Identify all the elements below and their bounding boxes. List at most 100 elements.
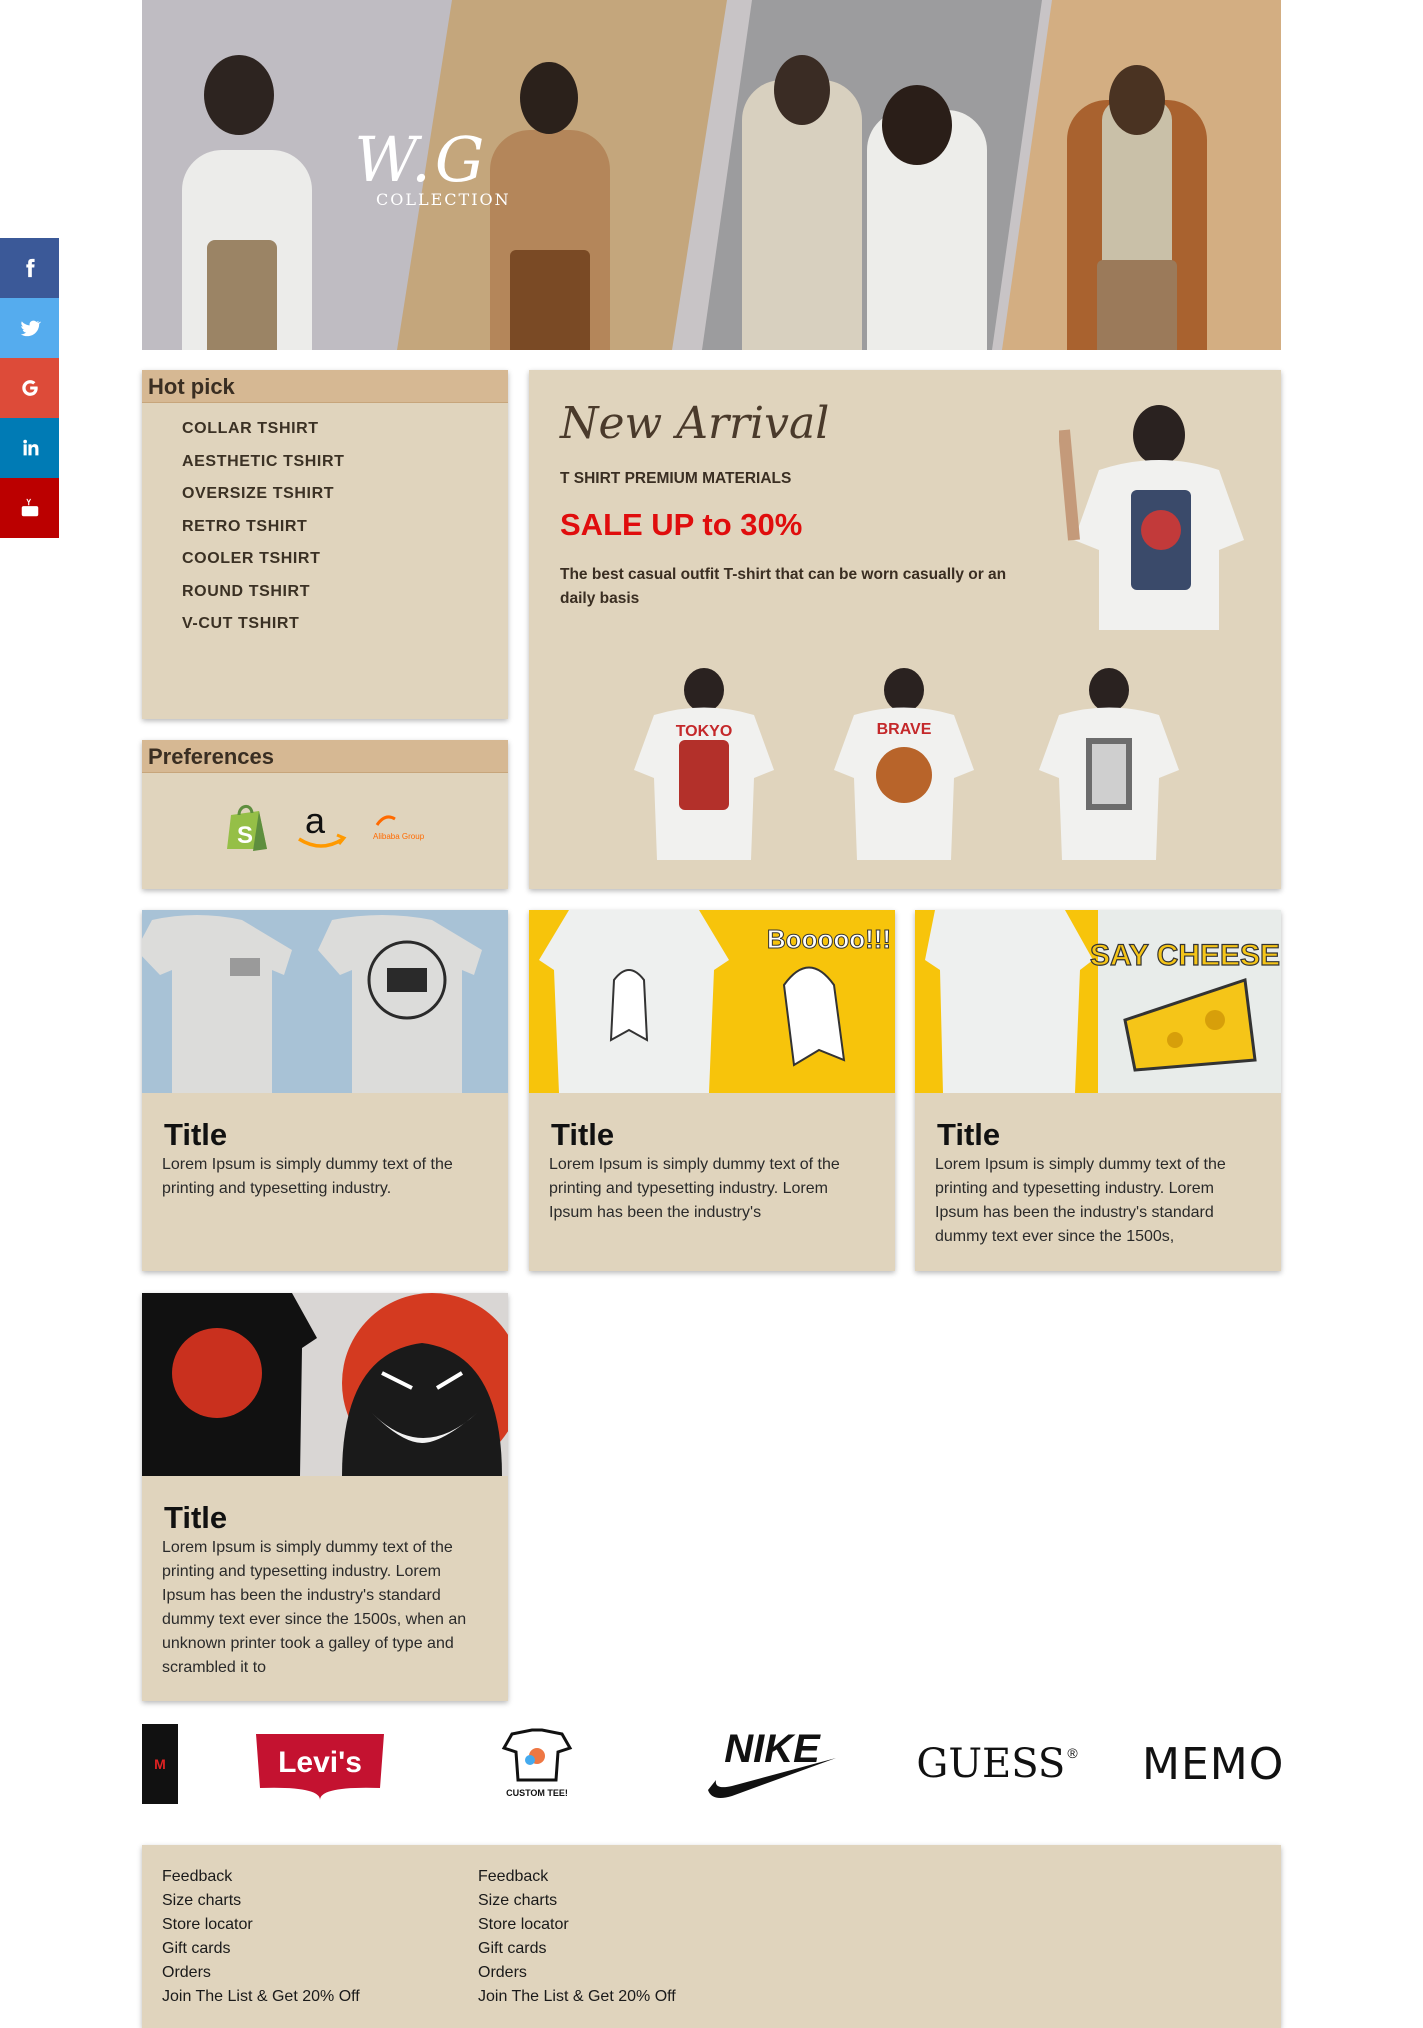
hot-pick-item[interactable]: OVERSIZE TSHIRT bbox=[182, 478, 508, 511]
featured-shirt-model[interactable] bbox=[1058, 390, 1259, 630]
model-head bbox=[882, 85, 952, 165]
brand-text: Levi's bbox=[278, 1746, 362, 1779]
model-head bbox=[520, 62, 578, 134]
hot-pick-title: Hot pick bbox=[142, 370, 508, 403]
footer-link[interactable]: Orders bbox=[162, 1961, 360, 1985]
twitter-button[interactable] bbox=[0, 298, 59, 358]
shirt-print-text: TOKYO bbox=[676, 723, 733, 740]
product-image: SAY CHEESE! bbox=[915, 910, 1281, 1093]
model-head bbox=[204, 55, 274, 135]
model-figure bbox=[510, 250, 590, 350]
shirt-print-text: BRAVE bbox=[877, 721, 932, 738]
twitter-icon bbox=[20, 320, 41, 337]
card-text: Lorem Ipsum is simply dummy text of the … bbox=[162, 1539, 467, 1676]
google-icon bbox=[21, 380, 38, 396]
svg-text:S: S bbox=[237, 822, 253, 849]
preferences-panel: Preferences S a Alibaba Group bbox=[142, 740, 508, 889]
shopify-icon[interactable]: S bbox=[223, 801, 271, 853]
footer-link[interactable]: Store locator bbox=[478, 1913, 676, 1937]
registered-mark-icon: ® bbox=[1067, 1745, 1078, 1761]
brand-text: GUESS bbox=[916, 1741, 1066, 1787]
card-title: Title bbox=[937, 1117, 1001, 1152]
hot-pick-item[interactable]: ROUND TSHIRT bbox=[182, 576, 508, 609]
shirt-thumbnail[interactable]: BRAVE bbox=[829, 660, 979, 860]
hot-pick-item[interactable]: COOLER TSHIRT bbox=[182, 543, 508, 576]
product-card[interactable]: Title Lorem Ipsum is simply dummy text o… bbox=[142, 910, 508, 1271]
brand-logo-sub: COLLECTION bbox=[376, 190, 511, 209]
shirt-thumbnail[interactable] bbox=[1034, 660, 1184, 860]
model-figure bbox=[1097, 260, 1177, 350]
hot-pick-item[interactable]: COLLAR TSHIRT bbox=[182, 413, 508, 446]
model-head bbox=[1109, 65, 1165, 135]
product-image: Booooo!!! bbox=[529, 910, 895, 1093]
hot-pick-list: COLLAR TSHIRT AESTHETIC TSHIRT OVERSIZE … bbox=[142, 403, 508, 641]
card-print-text: Booooo!!! bbox=[767, 924, 891, 954]
model-head bbox=[774, 55, 830, 125]
amazon-icon[interactable]: a bbox=[293, 801, 349, 853]
product-card[interactable]: Booooo!!! Title Lorem Ipsum is simply du… bbox=[529, 910, 895, 1271]
facebook-icon bbox=[25, 258, 35, 278]
product-card[interactable]: SAY CHEESE! Title Lorem Ipsum is simply … bbox=[915, 910, 1281, 1271]
footer-link[interactable]: Join The List & Get 20% Off bbox=[478, 1985, 676, 2009]
brand-carousel: M Levi's CUSTOM TEE! NIKE GUESS ® MEMO bbox=[142, 1722, 1281, 1806]
brand-text: MEMO bbox=[1142, 1738, 1281, 1790]
preferences-logos: S a Alibaba Group bbox=[142, 773, 508, 853]
brand-text: M bbox=[142, 1724, 178, 1804]
footer-links-column: Feedback Size charts Store locator Gift … bbox=[162, 1865, 360, 2009]
footer-link[interactable]: Size charts bbox=[478, 1889, 676, 1913]
card-text: Lorem Ipsum is simply dummy text of the … bbox=[162, 1156, 453, 1197]
footer-links-column: Feedback Size charts Store locator Gift … bbox=[478, 1865, 676, 2009]
hot-pick-item[interactable]: RETRO TSHIRT bbox=[182, 511, 508, 544]
brand-logo-guess[interactable]: GUESS ® bbox=[916, 1722, 1078, 1806]
footer-link[interactable]: Orders bbox=[478, 1961, 676, 1985]
footer-link[interactable]: Feedback bbox=[478, 1865, 676, 1889]
card-title: Title bbox=[164, 1500, 228, 1535]
social-sidebar bbox=[0, 238, 59, 538]
footer-link[interactable]: Store locator bbox=[162, 1913, 360, 1937]
footer: Feedback Size charts Store locator Gift … bbox=[142, 1845, 1281, 2028]
hot-pick-panel: Hot pick COLLAR TSHIRT AESTHETIC TSHIRT … bbox=[142, 370, 508, 719]
alibaba-logo-text: Alibaba Group bbox=[373, 832, 425, 841]
footer-link[interactable]: Size charts bbox=[162, 1889, 360, 1913]
linkedin-icon bbox=[22, 439, 38, 456]
facebook-button[interactable] bbox=[0, 238, 59, 298]
product-card[interactable]: Title Lorem Ipsum is simply dummy text o… bbox=[142, 1293, 508, 1701]
product-image bbox=[142, 1293, 508, 1476]
alibaba-icon[interactable]: Alibaba Group bbox=[371, 807, 427, 847]
card-title: Title bbox=[164, 1117, 228, 1152]
preferences-title: Preferences bbox=[142, 740, 508, 773]
new-arrival-panel: New Arrival T SHIRT PREMIUM MATERIALS SA… bbox=[529, 370, 1281, 889]
brand-logo: W.G COLLECTION bbox=[332, 123, 511, 210]
hero-banner: W.G COLLECTION bbox=[142, 0, 1281, 350]
youtube-icon bbox=[21, 498, 38, 517]
brand-logo-custom-tee[interactable]: CUSTOM TEE! bbox=[492, 1722, 582, 1806]
shirt-thumbnail[interactable]: TOKYO bbox=[629, 660, 779, 860]
google-button[interactable] bbox=[0, 358, 59, 418]
card-text: Lorem Ipsum is simply dummy text of the … bbox=[935, 1156, 1226, 1245]
youtube-button[interactable] bbox=[0, 478, 59, 538]
brand-logo-mark: W.G bbox=[354, 123, 489, 196]
brand-text: CUSTOM TEE! bbox=[506, 1788, 568, 1798]
brand-text: NIKE bbox=[724, 1727, 821, 1771]
brand-logo-memo[interactable]: MEMO bbox=[1142, 1722, 1281, 1806]
card-title: Title bbox=[551, 1117, 615, 1152]
new-arrival-title: New Arrival bbox=[560, 398, 830, 449]
card-text: Lorem Ipsum is simply dummy text of the … bbox=[549, 1156, 840, 1221]
model-figure bbox=[207, 240, 277, 350]
linkedin-button[interactable] bbox=[0, 418, 59, 478]
hot-pick-item[interactable]: AESTHETIC TSHIRT bbox=[182, 446, 508, 479]
new-arrival-description: The best casual outfit T-shirt that can … bbox=[560, 566, 1007, 607]
footer-link[interactable]: Gift cards bbox=[162, 1937, 360, 1961]
new-arrival-subtitle: T SHIRT PREMIUM MATERIALS bbox=[560, 470, 792, 487]
card-print-text: SAY CHEESE! bbox=[1090, 939, 1281, 972]
brand-logo-levis[interactable]: Levi's bbox=[247, 1722, 392, 1806]
footer-link[interactable]: Feedback bbox=[162, 1865, 360, 1889]
brand-logo-nike[interactable]: NIKE bbox=[702, 1722, 842, 1806]
footer-link[interactable]: Join The List & Get 20% Off bbox=[162, 1985, 360, 2009]
brand-logo-m[interactable]: M bbox=[142, 1722, 178, 1806]
hot-pick-item[interactable]: V-CUT TSHIRT bbox=[182, 608, 508, 641]
footer-link[interactable]: Gift cards bbox=[478, 1937, 676, 1961]
product-image bbox=[142, 910, 508, 1093]
svg-text:a: a bbox=[305, 801, 326, 841]
sale-banner: SALE UP to 30% bbox=[560, 507, 803, 542]
